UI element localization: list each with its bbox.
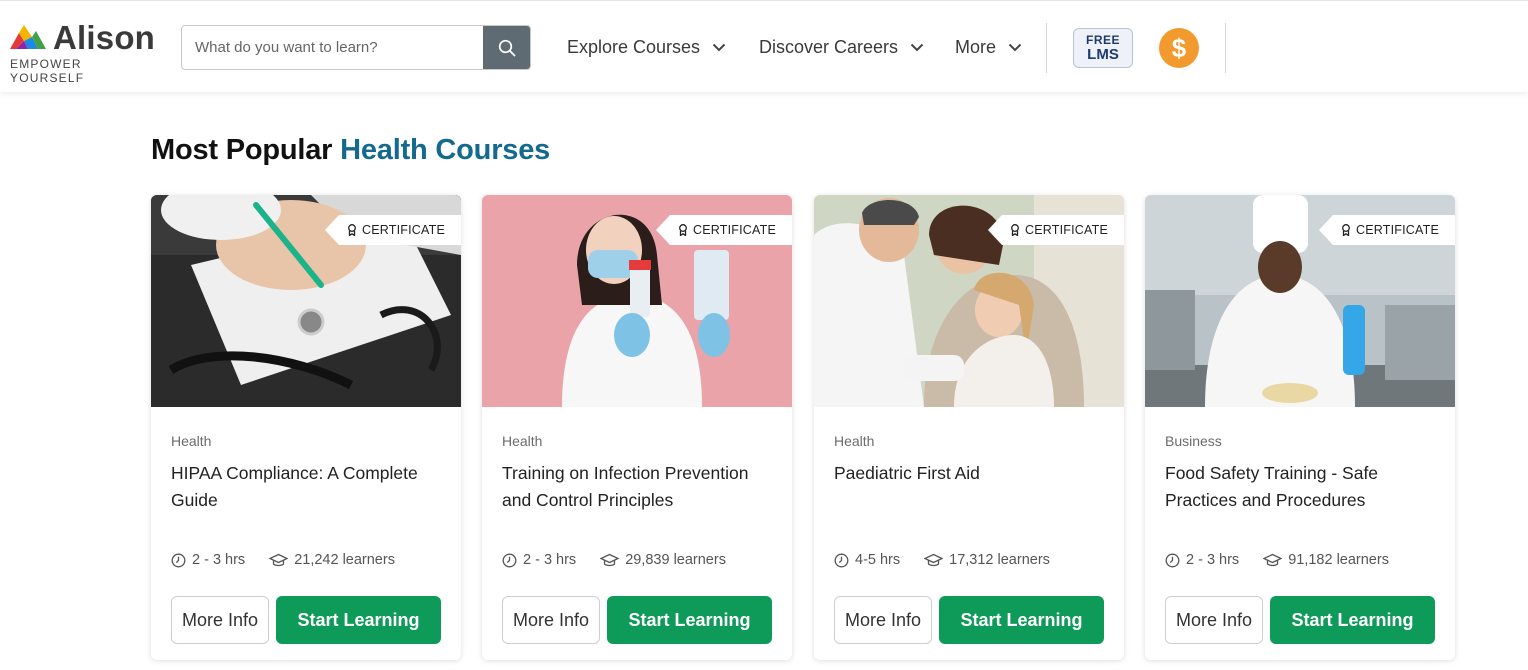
course-duration: 4-5 hrs [855, 552, 901, 568]
clock-icon [502, 553, 517, 567]
course-category: Health [502, 433, 543, 449]
course-meta: 2 - 3 hrs 91,182 learners [1165, 552, 1389, 568]
course-image[interactable]: CERTIFICATE [151, 195, 461, 407]
dollar-coin-icon[interactable]: $ [1159, 28, 1199, 68]
alison-logo-mark-icon [10, 25, 46, 49]
nav-discover-careers-label: Discover Careers [759, 37, 899, 57]
award-ribbon-icon [1011, 224, 1019, 236]
start-learning-button[interactable]: Start Learning [939, 596, 1104, 644]
course-meta: 4-5 hrs 17,312 learners [834, 552, 1050, 568]
start-learning-button[interactable]: Start Learning [276, 596, 441, 644]
certificate-badge: CERTIFICATE [988, 215, 1124, 245]
logo-wordmark: Alison [53, 19, 156, 56]
course-meta: 2 - 3 hrs 21,242 learners [171, 552, 395, 568]
course-image[interactable]: CERTIFICATE [814, 195, 1124, 407]
section-title-prefix: Most Popular [151, 134, 333, 166]
certificate-badge: CERTIFICATE [1319, 215, 1455, 245]
course-duration: 2 - 3 hrs [523, 552, 577, 568]
course-category: Health [834, 433, 875, 449]
course-meta: 2 - 3 hrs 29,839 learners [502, 552, 726, 568]
clock-icon [1165, 553, 1180, 567]
course-card[interactable]: CERTIFICATE Health Paediatric First Aid … [814, 195, 1124, 660]
nav-explore-courses-label: Explore Courses [567, 37, 701, 57]
course-duration: 2 - 3 hrs [192, 552, 246, 568]
chevron-down-icon [1008, 43, 1022, 52]
more-info-button[interactable]: More Info [502, 596, 600, 644]
coin-symbol: $ [1171, 32, 1187, 63]
header-divider [1225, 23, 1226, 73]
search-input[interactable] [182, 26, 484, 69]
section-title-accent: Health Courses [340, 134, 551, 166]
search-bar [181, 25, 531, 70]
course-learners: 91,182 learners [1288, 552, 1389, 568]
logo-tagline: EMPOWER YOURSELF [10, 57, 85, 85]
chevron-down-icon [712, 43, 726, 52]
graduation-cap-icon [924, 553, 944, 566]
course-title[interactable]: Training on Infection Prevention and Con… [502, 460, 774, 514]
award-ribbon-icon [348, 224, 356, 236]
graduation-cap-icon [600, 553, 620, 566]
course-category: Health [171, 433, 212, 449]
more-info-button[interactable]: More Info [171, 596, 269, 644]
free-lms-button[interactable]: FREE LMS [1073, 28, 1133, 68]
award-ribbon-icon [679, 224, 687, 236]
award-ribbon-icon [1342, 224, 1350, 236]
search-button[interactable] [483, 26, 530, 69]
course-image[interactable]: CERTIFICATE [1145, 195, 1455, 407]
certificate-label: CERTIFICATE [693, 223, 776, 237]
course-category: Business [1165, 433, 1222, 449]
start-learning-button[interactable]: Start Learning [1270, 596, 1435, 644]
alison-logo[interactable]: Alison EMPOWER YOURSELF [10, 19, 160, 85]
course-title[interactable]: Paediatric First Aid [834, 460, 1106, 487]
clock-icon [834, 553, 849, 567]
course-learners: 17,312 learners [949, 552, 1050, 568]
chevron-down-icon [910, 43, 924, 52]
start-learning-button[interactable]: Start Learning [607, 596, 772, 644]
certificate-label: CERTIFICATE [1025, 223, 1108, 237]
nav-more-label: More [955, 37, 997, 57]
more-info-button[interactable]: More Info [1165, 596, 1263, 644]
certificate-badge: CERTIFICATE [656, 215, 792, 245]
certificate-label: CERTIFICATE [362, 223, 445, 237]
course-learners: 29,839 learners [625, 552, 726, 568]
more-info-button[interactable]: More Info [834, 596, 932, 644]
search-icon [498, 39, 515, 56]
site-header: Alison EMPOWER YOURSELF Explore Courses … [0, 0, 1528, 92]
free-lms-line2: LMS [1087, 46, 1119, 63]
header-divider [1046, 23, 1047, 73]
certificate-badge: CERTIFICATE [325, 215, 461, 245]
nav-discover-careers[interactable]: Discover Careers [759, 37, 924, 58]
course-title[interactable]: HIPAA Compliance: A Complete Guide [171, 460, 443, 514]
course-card[interactable]: CERTIFICATE Business Food Safety Trainin… [1145, 195, 1455, 660]
course-card[interactable]: CERTIFICATE Health HIPAA Compliance: A C… [151, 195, 461, 660]
certificate-label: CERTIFICATE [1356, 223, 1439, 237]
course-image[interactable]: CERTIFICATE [482, 195, 792, 407]
clock-icon [171, 553, 186, 567]
course-learners: 21,242 learners [294, 552, 395, 568]
course-title[interactable]: Food Safety Training - Safe Practices an… [1165, 460, 1437, 514]
nav-explore-courses[interactable]: Explore Courses [567, 37, 726, 58]
graduation-cap-icon [269, 553, 289, 566]
free-lms-line1: FREE [1085, 33, 1120, 47]
course-duration: 2 - 3 hrs [1186, 552, 1240, 568]
graduation-cap-icon [1263, 553, 1283, 566]
course-card[interactable]: CERTIFICATE Health Training on Infection… [482, 195, 792, 660]
section-title: Most Popular Health Courses [151, 134, 550, 167]
nav-more[interactable]: More [955, 37, 1022, 58]
